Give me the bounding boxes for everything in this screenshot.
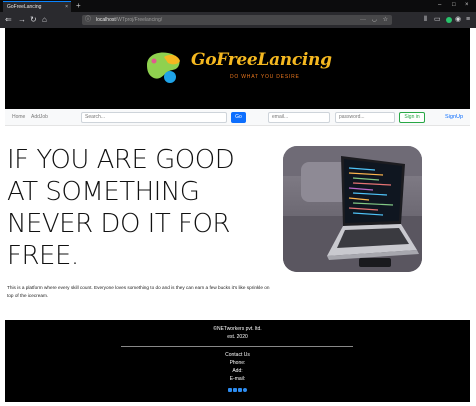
extension-icon[interactable] xyxy=(446,17,452,23)
reload-icon[interactable]: ↻ xyxy=(30,12,37,28)
info-icon[interactable]: ⓘ xyxy=(85,15,91,25)
site-nav: Home AddJob Search... Go email... passwo… xyxy=(5,109,470,126)
footer-divider xyxy=(121,346,353,347)
back-icon[interactable]: ⇐ xyxy=(5,12,12,28)
browser-tab[interactable]: GoFreeLancing × xyxy=(3,1,71,12)
hero-headline: IF YOU ARE GOOD AT SOMETHING NEVER DO IT… xyxy=(7,144,257,272)
footer-email: E-mail: xyxy=(229,376,246,382)
search-input[interactable]: Search... xyxy=(81,112,227,123)
sign-up-link[interactable]: SignUp xyxy=(445,109,463,126)
email-field[interactable]: email... xyxy=(268,112,330,123)
instagram-icon[interactable] xyxy=(238,388,242,392)
browser-toolbar: ⇐ → ↻ ⌂ ⓘ localhost/WTproj/Freelancing/ … xyxy=(0,12,476,28)
library-icon[interactable]: ⫴ xyxy=(424,12,427,28)
nav-home-link[interactable]: Home xyxy=(12,109,25,126)
tab-close-icon[interactable]: × xyxy=(65,2,68,12)
nav-addjob-link[interactable]: AddJob xyxy=(31,109,48,126)
menu-icon[interactable]: ≡ xyxy=(466,12,470,28)
brand-tagline: DO WHAT YOU DESIRE xyxy=(230,74,300,80)
brand-name: GoFreeLancing xyxy=(191,50,332,70)
browser-tab-bar: GoFreeLancing × + – □ × xyxy=(0,0,476,12)
footer-company: ©NETworkers pvt. ltd. xyxy=(213,326,262,332)
forward-icon[interactable]: → xyxy=(18,12,26,28)
site-header-banner: GoFreeLancing DO WHAT YOU DESIRE xyxy=(5,28,470,109)
headline-line: FREE. xyxy=(7,241,79,271)
pocket-icon[interactable]: ◡ xyxy=(372,15,377,25)
footer-address: Add: xyxy=(232,368,243,374)
facebook-icon[interactable] xyxy=(228,388,232,392)
maximize-button[interactable]: □ xyxy=(452,0,456,11)
close-window-button[interactable]: × xyxy=(465,0,469,11)
hero-description: This is a platform where every skill cou… xyxy=(7,285,270,298)
footer-established: est. 2020 xyxy=(227,334,248,340)
headline-line: IF YOU ARE GOOD xyxy=(7,145,235,175)
github-icon[interactable] xyxy=(243,388,247,392)
footer-contact-heading: Contact Us xyxy=(225,352,250,358)
laptop-image xyxy=(283,146,422,272)
bookmark-star-icon[interactable]: ☆ xyxy=(383,15,388,25)
twitter-icon[interactable] xyxy=(233,388,237,392)
social-links xyxy=(228,388,247,392)
address-bar[interactable]: ⓘ localhost/WTproj/Freelancing/ ··· ◡ ☆ xyxy=(82,15,392,25)
site-footer: ©NETworkers pvt. ltd. est. 2020 Contact … xyxy=(5,320,470,402)
sidebar-icon[interactable]: ▭ xyxy=(434,12,441,28)
minimize-button[interactable]: – xyxy=(438,0,441,11)
headline-line: AT SOMETHING xyxy=(7,177,200,207)
account-icon[interactable]: ◉ xyxy=(455,12,461,28)
sign-in-button[interactable]: Sign in xyxy=(399,112,425,123)
footer-phone: Phone: xyxy=(229,360,246,366)
password-field[interactable]: password... xyxy=(335,112,395,123)
tab-title: GoFreeLancing xyxy=(7,4,42,10)
url-text: localhost/WTproj/Freelancing/ xyxy=(96,17,163,23)
headline-line: NEVER DO IT FOR xyxy=(7,209,230,239)
go-button[interactable]: Go xyxy=(231,112,246,123)
palette-logo-icon xyxy=(147,52,180,83)
home-icon[interactable]: ⌂ xyxy=(42,12,47,28)
new-tab-button[interactable]: + xyxy=(76,0,81,11)
page-actions-icon[interactable]: ··· xyxy=(360,15,366,25)
